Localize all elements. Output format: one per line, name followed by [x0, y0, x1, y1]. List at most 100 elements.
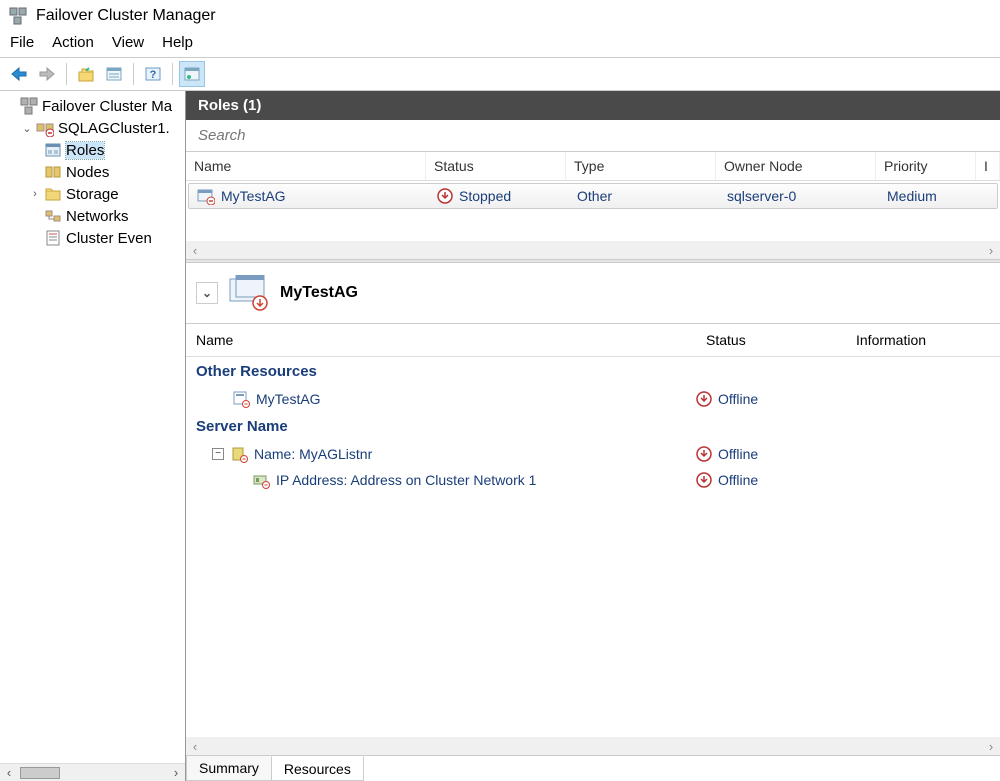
tree-item-networks[interactable]: Networks	[0, 205, 185, 227]
roles-horizontal-scrollbar[interactable]: ‹ ›	[186, 241, 1000, 259]
cluster-manager-icon	[20, 97, 38, 115]
up-button[interactable]	[73, 61, 99, 87]
tree-horizontal-scrollbar[interactable]: ‹ ›	[0, 763, 185, 781]
roles-panel-title: Roles (1)	[186, 91, 1000, 120]
role-owner: sqlserver-0	[727, 188, 796, 204]
tree-cluster-label: SQLAGCluster1.	[58, 120, 170, 137]
tree-root-label: Failover Cluster Ma	[42, 98, 172, 115]
offline-icon	[696, 391, 712, 407]
role-large-icon	[228, 275, 270, 311]
events-icon	[44, 229, 62, 247]
tree-item-label: Roles	[66, 142, 104, 159]
tree-item-label: Storage	[66, 186, 119, 203]
tree-root[interactable]: Failover Cluster Ma	[0, 95, 185, 117]
collapse-icon[interactable]: −	[212, 448, 224, 460]
role-icon	[197, 187, 215, 205]
menu-file[interactable]: File	[10, 34, 34, 51]
titlebar: Failover Cluster Manager	[0, 0, 1000, 30]
column-priority[interactable]: Priority	[876, 152, 976, 180]
offline-icon	[696, 472, 712, 488]
column-status[interactable]: Status	[426, 152, 566, 180]
column-extra[interactable]: I	[976, 152, 1000, 180]
content-pane: Roles (1) Name Status Type Owner Node Pr…	[186, 91, 1000, 781]
menu-view[interactable]: View	[112, 34, 144, 51]
scroll-right-icon[interactable]: ›	[167, 765, 185, 780]
column-owner-node[interactable]: Owner Node	[716, 152, 876, 180]
column-type[interactable]: Type	[566, 152, 716, 180]
toolbar: ?	[0, 57, 1000, 91]
chevron-right-icon[interactable]: ›	[28, 188, 42, 200]
tree-item-label: Cluster Even	[66, 230, 152, 247]
server-name-icon	[230, 445, 248, 463]
scroll-left-icon[interactable]: ‹	[186, 243, 204, 258]
forward-button[interactable]	[34, 61, 60, 87]
ip-address-icon	[252, 471, 270, 489]
role-status: Stopped	[459, 188, 511, 204]
detail-title-bar: ⌄ MyTestAG	[186, 263, 1000, 324]
tree-pane: Failover Cluster Ma ⌄ SQLAGCluster1. Rol…	[0, 91, 186, 781]
resource-row[interactable]: MyTestAG Offline	[186, 386, 1000, 412]
refresh-button[interactable]	[179, 61, 205, 87]
tree-cluster[interactable]: ⌄ SQLAGCluster1.	[0, 117, 185, 139]
resource-icon	[232, 390, 250, 408]
help-button[interactable]: ?	[140, 61, 166, 87]
resource-name: Name: MyAGListnr	[254, 446, 372, 462]
role-row[interactable]: MyTestAG Stopped Other sqlserver-0 Mediu…	[188, 183, 998, 209]
scroll-left-icon[interactable]: ‹	[186, 739, 204, 754]
cluster-icon	[36, 119, 54, 137]
scroll-right-icon[interactable]: ›	[982, 243, 1000, 258]
resource-status: Offline	[718, 472, 758, 488]
detail-horizontal-scrollbar[interactable]: ‹ ›	[186, 737, 1000, 755]
role-priority: Medium	[887, 188, 937, 204]
roles-grid: Name Status Type Owner Node Priority I M…	[186, 152, 1000, 259]
search-input[interactable]	[196, 126, 990, 145]
resource-row[interactable]: − Name: MyAGListnr Offline	[186, 441, 1000, 467]
app-icon	[8, 6, 28, 26]
menu-help[interactable]: Help	[162, 34, 193, 51]
detail-column-status[interactable]: Status	[696, 328, 846, 352]
role-name: MyTestAG	[221, 188, 286, 204]
resource-status: Offline	[718, 446, 758, 462]
tree: Failover Cluster Ma ⌄ SQLAGCluster1. Rol…	[0, 91, 185, 763]
tree-item-nodes[interactable]: Nodes	[0, 161, 185, 183]
offline-icon	[696, 446, 712, 462]
collapse-toggle[interactable]: ⌄	[196, 282, 218, 304]
scroll-thumb[interactable]	[20, 767, 60, 779]
menubar: File Action View Help	[0, 30, 1000, 57]
properties-button[interactable]	[101, 61, 127, 87]
resource-name: MyTestAG	[256, 391, 321, 407]
toolbar-divider	[133, 63, 134, 85]
detail-title: MyTestAG	[280, 284, 358, 302]
scroll-right-icon[interactable]: ›	[982, 739, 1000, 754]
roles-icon	[44, 141, 62, 159]
tree-item-storage[interactable]: › Storage	[0, 183, 185, 205]
stopped-icon	[437, 188, 453, 204]
tab-resources[interactable]: Resources	[271, 756, 364, 781]
detail-tabs: Summary Resources	[186, 755, 1000, 781]
detail-body: Other Resources MyTestAG Offline	[186, 357, 1000, 737]
tree-item-cluster-events[interactable]: Cluster Even	[0, 227, 185, 249]
svg-text:?: ?	[150, 69, 157, 81]
back-button[interactable]	[6, 61, 32, 87]
resource-row[interactable]: IP Address: Address on Cluster Network 1…	[186, 467, 1000, 493]
networks-icon	[44, 207, 62, 225]
detail-columns: Name Status Information	[186, 324, 1000, 357]
menu-action[interactable]: Action	[52, 34, 94, 51]
detail-pane: ⌄ MyTestAG Name Status Information Other…	[186, 263, 1000, 781]
search-bar	[186, 120, 1000, 152]
chevron-down-icon[interactable]: ⌄	[20, 122, 34, 135]
roles-grid-header: Name Status Type Owner Node Priority I	[186, 152, 1000, 181]
column-name[interactable]: Name	[186, 152, 426, 180]
toolbar-divider	[172, 63, 173, 85]
storage-icon	[44, 185, 62, 203]
tab-summary[interactable]: Summary	[186, 756, 272, 781]
nodes-icon	[44, 163, 62, 181]
role-type: Other	[577, 188, 612, 204]
section-server-name: Server Name	[186, 412, 1000, 441]
detail-column-information[interactable]: Information	[846, 328, 1000, 352]
resource-name: IP Address: Address on Cluster Network 1	[276, 472, 536, 488]
detail-column-name[interactable]: Name	[186, 328, 696, 352]
scroll-left-icon[interactable]: ‹	[0, 765, 18, 780]
tree-item-roles[interactable]: Roles	[0, 139, 185, 161]
app-title: Failover Cluster Manager	[36, 7, 216, 25]
